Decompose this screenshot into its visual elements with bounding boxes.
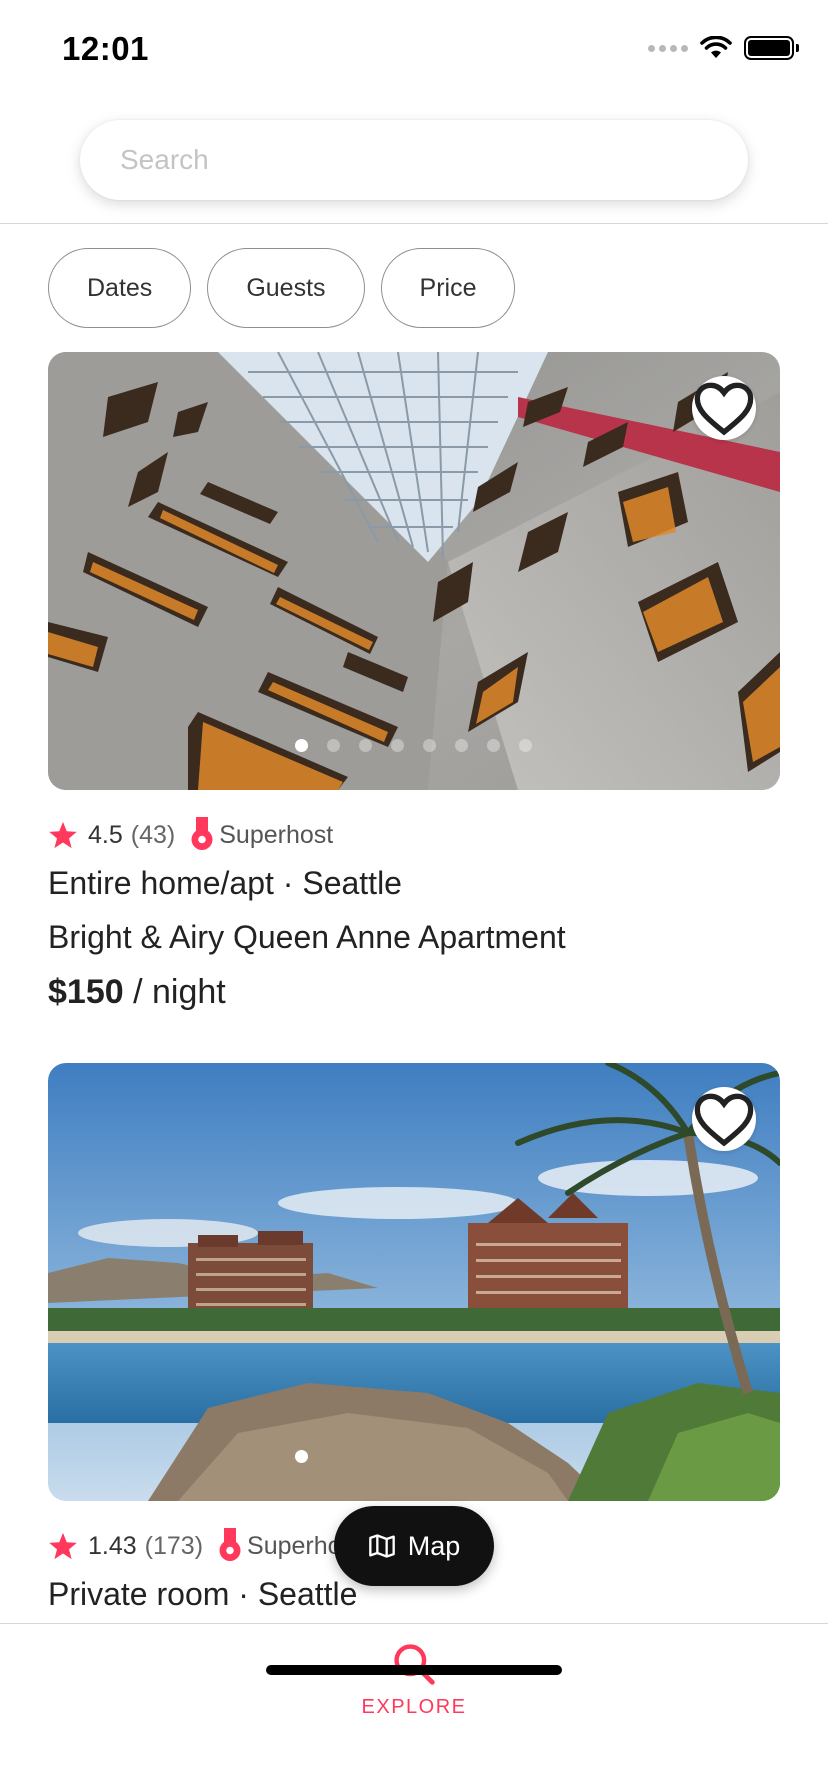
photo-pagination[interactable] (295, 739, 532, 752)
listing-price: $150 / night (48, 973, 226, 1012)
listing-card[interactable]: 4.5 (43) Superhost Entire home/apt · Sea… (48, 352, 780, 1012)
status-bar: 12:01 (0, 0, 828, 100)
star-icon (49, 821, 77, 849)
superhost-label: Superhost (219, 820, 334, 849)
pagination-dot[interactable] (487, 739, 500, 752)
pagination-dot[interactable] (391, 739, 404, 752)
pagination-dot[interactable] (423, 739, 436, 752)
pagination-dot[interactable] (327, 739, 340, 752)
price-value: $150 (48, 973, 124, 1011)
superhost-badge-icon (191, 817, 213, 850)
rating-value: 4.5 (88, 820, 123, 849)
photo-pagination[interactable] (295, 1450, 308, 1463)
search-icon (394, 1644, 435, 1685)
heart-icon (694, 1093, 754, 1147)
review-count: (43) (130, 820, 176, 849)
status-time: 12:01 (62, 30, 149, 67)
filter-price-button[interactable]: Price (380, 248, 516, 328)
filter-bar: Dates Guests Price (48, 248, 516, 328)
listing-photo[interactable] (48, 1063, 780, 1501)
heart-icon (694, 382, 754, 436)
listing-meta: 1.43 (173) Superhost (48, 1528, 361, 1564)
cellular-signal-icon (648, 44, 688, 52)
tab-explore[interactable]: EXPLORE (361, 1642, 467, 1719)
tab-bar: EXPLORE (0, 1623, 828, 1792)
favorite-button[interactable] (692, 376, 756, 440)
pagination-dot[interactable] (519, 739, 532, 752)
price-unit: / night (123, 973, 226, 1011)
pagination-dot[interactable] (295, 739, 308, 752)
review-count: (173) (144, 1531, 204, 1560)
listing-type-location: Entire home/apt · Seattle (48, 865, 402, 901)
header-divider (0, 223, 828, 224)
listing-meta: 4.5 (43) Superhost (48, 817, 333, 853)
pagination-dot[interactable] (295, 1450, 308, 1463)
search-input[interactable] (80, 120, 748, 200)
pagination-dot[interactable] (455, 739, 468, 752)
listing-photo[interactable] (48, 352, 780, 790)
map-icon (368, 1534, 395, 1558)
listing-type-location: Private room · Seattle (48, 1576, 358, 1612)
map-button-label: Map (407, 1530, 461, 1561)
building-atrium-photo (48, 352, 780, 790)
tab-explore-label: EXPLORE (361, 1696, 467, 1718)
favorite-button[interactable] (692, 1087, 756, 1151)
star-icon (49, 1532, 77, 1560)
pagination-dot[interactable] (359, 739, 372, 752)
rating-value: 1.43 (88, 1531, 137, 1560)
battery-icon (744, 36, 799, 60)
search-bar (80, 120, 748, 200)
map-button[interactable]: Map (334, 1506, 494, 1586)
filter-dates-button[interactable]: Dates (48, 248, 192, 328)
superhost-badge-icon (219, 1528, 241, 1561)
status-icons (648, 36, 799, 60)
listing-title: Bright & Airy Queen Anne Apartment (48, 919, 566, 955)
home-indicator[interactable] (266, 1665, 562, 1675)
wifi-icon (700, 36, 732, 58)
beach-resort-photo (48, 1063, 780, 1501)
filter-guests-button[interactable]: Guests (207, 248, 365, 328)
